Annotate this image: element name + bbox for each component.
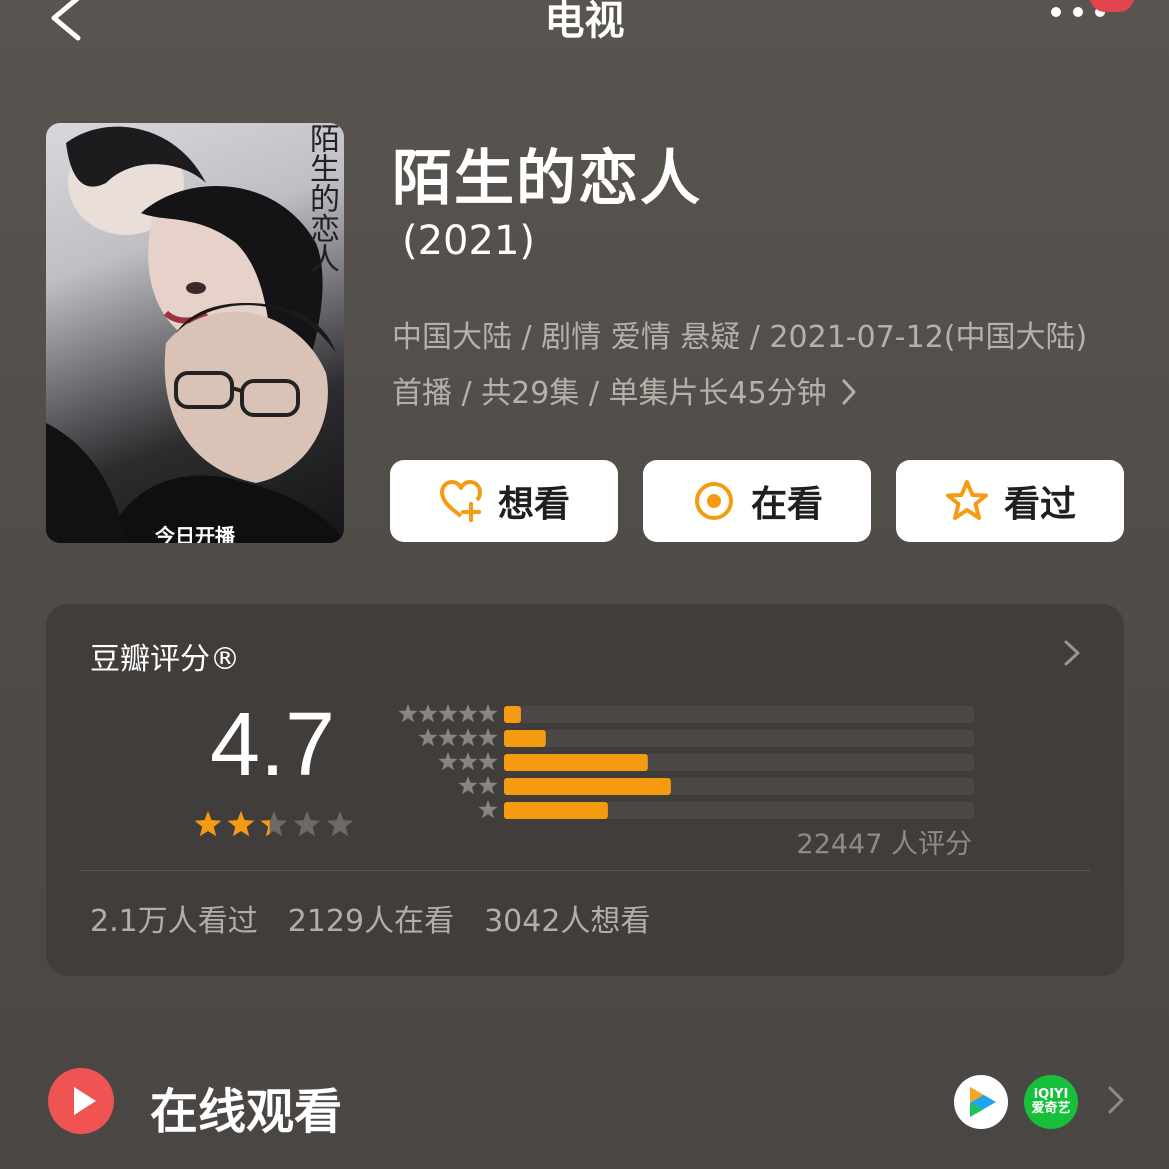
star-filled-icon (194, 811, 222, 837)
stat-wish[interactable]: 3042人想看 (484, 896, 650, 940)
rating-count: 22447 人评分 (796, 829, 972, 860)
movie-year: (2021) (402, 218, 536, 264)
rating-stars (194, 811, 354, 837)
watching-button[interactable]: 在看 (643, 460, 871, 542)
iqiyi-text-top: iQIYI (1033, 1087, 1069, 1102)
watched-button[interactable]: 看过 (896, 460, 1124, 542)
dist-star-icon (478, 800, 498, 819)
dist-star-icon (418, 728, 438, 747)
dist-bar-5-star (504, 706, 521, 723)
divider (80, 870, 1090, 871)
dist-star-icon (458, 776, 478, 795)
chevron-right-icon (840, 366, 858, 422)
page-title: 电视 (544, 0, 625, 44)
target-circle-icon (694, 482, 733, 520)
rating-card-title: 豆瓣评分® (90, 642, 240, 677)
rating-score: 4.7 (210, 695, 336, 795)
star-empty-icon (326, 811, 354, 837)
wish-button-label: 想看 (497, 484, 570, 525)
dist-star-icon (398, 704, 418, 723)
star-filled-icon (227, 811, 255, 837)
movie-title: 陌生的恋人 (392, 144, 702, 214)
chevron-right-icon[interactable] (1104, 1082, 1128, 1118)
dist-star-icon (438, 728, 458, 747)
poster-title-text: 陌生的恋人 (304, 123, 339, 273)
dist-star-icon (418, 704, 438, 723)
dist-star-icon (458, 728, 478, 747)
poster-image[interactable]: 陌生的恋人 今日开播 (46, 123, 344, 543)
poster-art (46, 126, 344, 543)
dist-star-icon (478, 704, 498, 723)
wish-button[interactable]: 想看 (390, 460, 618, 542)
movie-meta-text: 中国大陆 / 剧情 爱情 悬疑 / 2021-07-12(中国大陆) 首播 / … (392, 320, 1088, 411)
online-watch-title[interactable]: 在线观看 (150, 1072, 342, 1142)
iqiyi-icon[interactable]: iQIYI 爱奇艺 (1024, 1075, 1078, 1129)
dist-bar-3-star (504, 754, 648, 771)
heart-plus-icon (439, 480, 482, 522)
dist-bar-2-star (504, 778, 671, 795)
tencent-video-icon[interactable] (954, 1075, 1008, 1129)
dist-bar-track (504, 730, 974, 747)
star-empty-icon (293, 811, 321, 837)
iqiyi-text-bottom: 爱奇艺 (1031, 1101, 1071, 1116)
dist-bar-4-star (504, 730, 546, 747)
watching-button-label: 在看 (750, 484, 823, 525)
star-outline-icon (945, 480, 988, 520)
dist-star-icon (478, 728, 498, 747)
chevron-right-icon[interactable] (1060, 636, 1084, 670)
stat-watching[interactable]: 2129人在看 (288, 896, 454, 940)
movie-meta[interactable]: 中国大陆 / 剧情 爱情 悬疑 / 2021-07-12(中国大陆) 首播 / … (392, 310, 1112, 422)
dist-star-icon (458, 752, 478, 771)
dist-star-icon (478, 776, 498, 795)
dist-bar-track (504, 706, 974, 723)
dist-star-icon (438, 752, 458, 771)
dist-star-icon (458, 704, 478, 723)
play-icon[interactable] (48, 1068, 114, 1134)
dist-star-icon (478, 752, 498, 771)
dist-bar-1-star (504, 802, 608, 819)
rating-distribution (398, 704, 974, 819)
watch-stats: 2.1万人看过 2129人在看 3042人想看 (90, 896, 650, 940)
stat-watched[interactable]: 2.1万人看过 (90, 896, 258, 940)
dist-star-icon (438, 704, 458, 723)
poster-banner: 今日开播 (155, 524, 235, 543)
watched-button-label: 看过 (1003, 484, 1076, 525)
